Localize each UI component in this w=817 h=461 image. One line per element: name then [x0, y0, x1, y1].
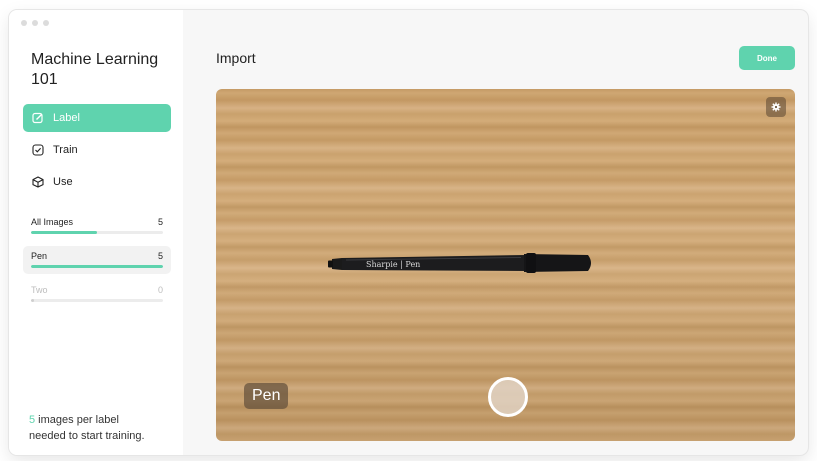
- nav-list: Label Train Use: [23, 104, 171, 200]
- label-progress-bar: [31, 265, 163, 268]
- capture-button[interactable]: [488, 377, 528, 417]
- nav-label-text: Label: [53, 112, 80, 124]
- label-count: 5: [157, 251, 163, 261]
- window-controls: [21, 20, 49, 26]
- label-progress-bar: [31, 299, 163, 302]
- label-name: All Images: [31, 217, 74, 227]
- done-button[interactable]: Done: [739, 46, 795, 70]
- settings-button[interactable]: [766, 97, 786, 117]
- camera-preview: Sharpie | Pen Pen: [216, 89, 795, 441]
- app-title: Machine Learning 101: [31, 51, 159, 88]
- label-row-all-images[interactable]: All Images 5: [23, 212, 171, 240]
- sidebar: Machine Learning 101 Label Train Use All…: [9, 10, 183, 455]
- progress-fill: [31, 231, 97, 234]
- label-list: All Images 5 Pen 5 Two 0: [23, 212, 171, 314]
- label-count: 0: [157, 285, 163, 295]
- hint-text-2: needed to start training.: [29, 430, 145, 442]
- current-label-chip: Pen: [244, 383, 289, 409]
- zoom-dot[interactable]: [43, 20, 49, 26]
- label-name: Pen: [31, 251, 48, 261]
- label-count: 5: [157, 217, 163, 227]
- nav-use-text: Use: [53, 176, 73, 188]
- nav-item-train[interactable]: Train: [23, 136, 171, 164]
- training-hint: 5 images per label needed to start train…: [29, 412, 179, 444]
- pen-image: Sharpie | Pen: [328, 253, 591, 273]
- hint-text-1: images per label: [35, 414, 119, 426]
- app-window: Machine Learning 101 Label Train Use All…: [9, 10, 808, 455]
- progress-fill: [31, 299, 34, 302]
- label-progress-bar: [31, 231, 163, 234]
- nav-item-label[interactable]: Label: [23, 104, 171, 132]
- progress-fill: [31, 265, 163, 268]
- label-row-two[interactable]: Two 0: [23, 280, 171, 308]
- nav-item-use[interactable]: Use: [23, 168, 171, 196]
- gear-icon: [771, 102, 781, 112]
- pen-brand-text: Sharpie | Pen: [366, 260, 420, 269]
- nav-train-text: Train: [53, 144, 78, 156]
- check-square-icon: [32, 144, 44, 156]
- label-name: Two: [31, 285, 48, 295]
- close-dot[interactable]: [21, 20, 27, 26]
- minimize-dot[interactable]: [32, 20, 38, 26]
- label-row-pen[interactable]: Pen 5: [23, 246, 171, 274]
- page-title: Import: [216, 50, 256, 66]
- edit-icon: [32, 112, 44, 124]
- cube-icon: [32, 176, 44, 188]
